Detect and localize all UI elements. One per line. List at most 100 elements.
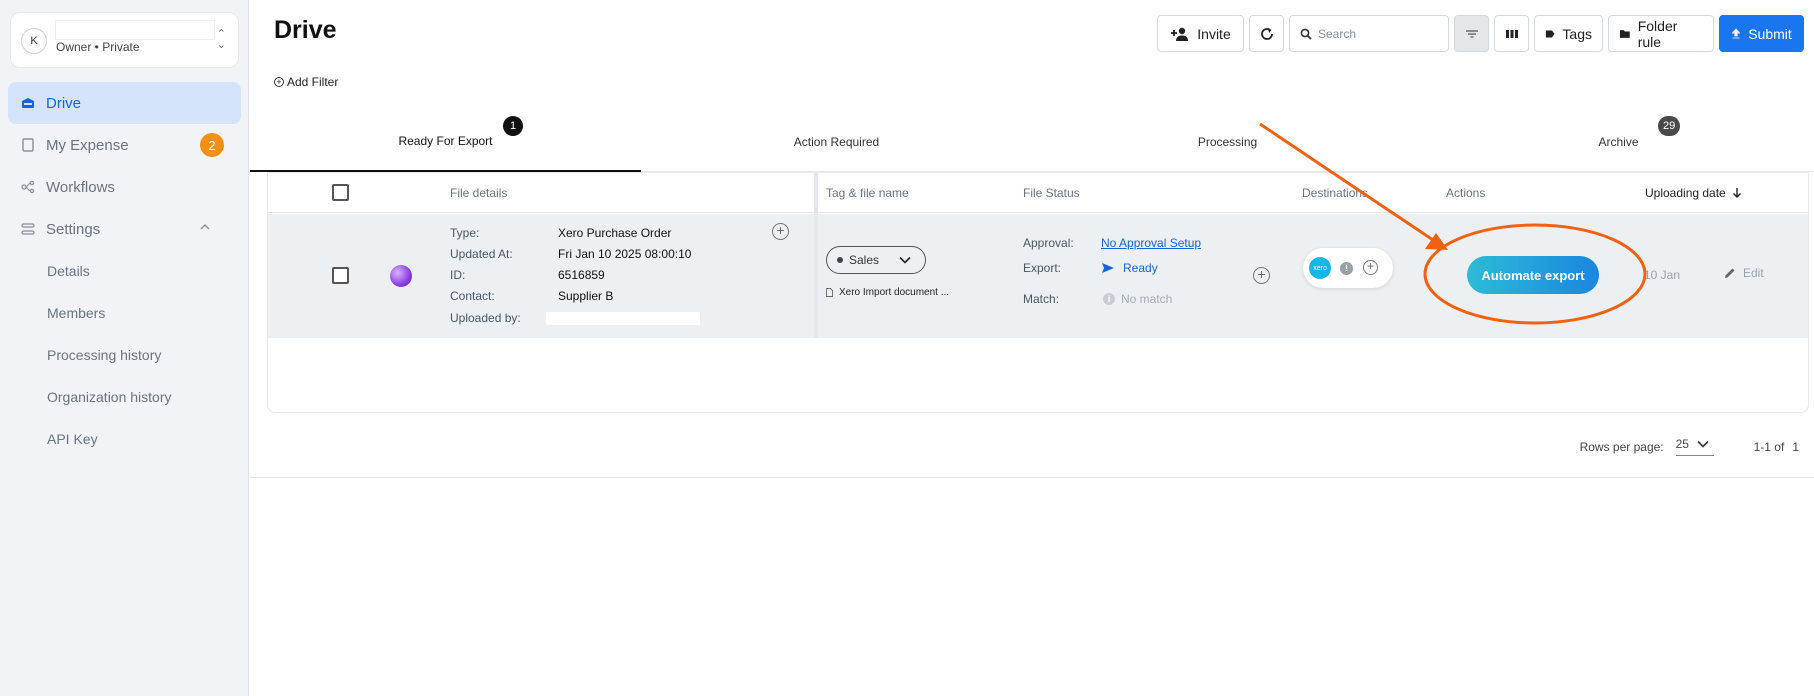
detail-value-type: Xero Purchase Order	[558, 226, 672, 240]
org-role: Owner • Private	[56, 40, 140, 54]
detail-key-updated: Updated At:	[450, 247, 513, 261]
settings-item-members[interactable]: Members	[0, 292, 249, 334]
settings-item-api-key[interactable]: API Key	[0, 418, 249, 460]
chevron-down-icon	[1697, 440, 1709, 448]
sidebar-item-label: Drive	[46, 94, 82, 112]
column-header-uploading-date[interactable]: Uploading date	[1645, 186, 1742, 200]
tab-processing[interactable]: Processing	[1032, 112, 1423, 172]
label-icon	[1545, 30, 1555, 37]
detail-key-uploaded-by: Uploaded by:	[450, 311, 521, 325]
refresh-button[interactable]	[1249, 15, 1284, 52]
org-switcher[interactable]: K Owner • Private ⌃ ⌄	[10, 12, 239, 68]
sidebar-item-label: Workflows	[46, 178, 115, 196]
destinations-pill[interactable]: xero ! +	[1303, 248, 1393, 288]
refresh-icon	[1260, 27, 1273, 40]
detail-key-type: Type:	[450, 226, 480, 240]
status-key-export: Export:	[1023, 261, 1062, 275]
column-header-label: Uploading date	[1645, 186, 1726, 200]
tab-count-badge: 29	[1658, 116, 1681, 136]
drive-icon	[22, 98, 34, 108]
columns-button[interactable]	[1494, 15, 1529, 52]
tag-dot-icon	[837, 257, 843, 263]
main-content: Drive + Add Filter Invite Search Tags Fo…	[250, 0, 1814, 696]
table-header: File details Tag & file name File Status…	[268, 173, 1808, 213]
xero-logo-icon: xero	[1309, 257, 1331, 279]
column-header-tag-file-name: Tag & file name	[826, 186, 909, 200]
app-root: K Owner • Private ⌃ ⌄ Drive My Expense 2 …	[0, 0, 1814, 696]
export-status: Ready	[1101, 261, 1158, 275]
add-filter-label: Add Filter	[287, 75, 339, 89]
submit-label: Submit	[1748, 25, 1792, 42]
tab-label: Action Required	[793, 135, 880, 149]
file-name-link[interactable]: Xero Import document ...	[826, 287, 949, 298]
settings-item-processing-history[interactable]: Processing history	[0, 334, 249, 376]
tab-bar: Ready For Export 1 Action Required Proce…	[250, 112, 1814, 172]
view-column-icon	[1505, 29, 1518, 38]
workflow-icon	[21, 180, 35, 194]
detail-value-updated: Fri Jan 10 2025 08:00:10	[558, 247, 692, 261]
add-status-button[interactable]: +	[1253, 267, 1270, 284]
settings-item-details[interactable]: Details	[0, 250, 249, 292]
tag-select[interactable]: Sales	[826, 246, 926, 274]
edit-button[interactable]: Edit	[1723, 266, 1764, 280]
uploader-avatar	[390, 265, 412, 287]
tab-ready-for-export[interactable]: Ready For Export 1	[250, 112, 641, 172]
org-avatar: K	[21, 28, 47, 54]
invite-button[interactable]: Invite	[1157, 15, 1244, 52]
add-destination-button[interactable]: +	[1363, 260, 1378, 275]
receipt-icon	[22, 138, 34, 152]
submit-button[interactable]: Submit	[1719, 15, 1804, 52]
folder-rule-label: Folder rule	[1637, 17, 1678, 50]
chevron-down-icon	[899, 256, 911, 264]
sidebar-item-drive[interactable]: Drive	[8, 82, 241, 124]
row-checkbox[interactable]	[332, 267, 349, 284]
column-header-file-status: File Status	[1023, 186, 1080, 200]
alert-icon: !	[1340, 262, 1353, 275]
filter-button[interactable]	[1454, 15, 1489, 52]
folder-rule-button[interactable]: Folder rule	[1608, 15, 1714, 52]
column-header-actions: Actions	[1446, 186, 1486, 200]
add-filter-button[interactable]: + Add Filter	[274, 75, 338, 89]
search-field[interactable]	[1289, 15, 1449, 52]
rows-per-page-value: 25	[1675, 437, 1689, 451]
unfold-icon: ⌃ ⌄	[216, 28, 226, 51]
sidebar-item-settings[interactable]: Settings	[8, 208, 241, 250]
settings-item-organization-history[interactable]: Organization history	[0, 376, 249, 418]
settings-icon	[21, 223, 35, 235]
table-row[interactable]: Type: Xero Purchase Order Updated At: Fr…	[268, 173, 1808, 338]
filter-list-icon	[1465, 29, 1478, 38]
file-name-text: Xero Import document ...	[839, 287, 950, 298]
column-divider	[814, 173, 818, 338]
status-key-match: Match:	[1023, 292, 1060, 306]
edit-label: Edit	[1743, 266, 1764, 280]
org-name-redacted	[55, 20, 215, 40]
automate-export-button[interactable]: Automate export	[1467, 256, 1599, 294]
sidebar-item-my-expense[interactable]: My Expense 2	[8, 124, 241, 166]
select-all-checkbox[interactable]	[332, 184, 349, 201]
rows-per-page-select[interactable]: 25	[1675, 437, 1714, 456]
column-header-file-details: File details	[450, 186, 508, 200]
sidebar-item-workflows[interactable]: Workflows	[8, 166, 241, 208]
tab-archive[interactable]: Archive 29	[1423, 112, 1814, 172]
upload-icon	[1731, 27, 1741, 38]
search-input[interactable]	[1318, 26, 1436, 41]
invite-label: Invite	[1197, 25, 1231, 42]
expense-count-badge: 2	[200, 133, 224, 157]
folder-icon	[1619, 29, 1630, 38]
approval-setup-link[interactable]: No Approval Setup	[1101, 236, 1201, 250]
match-status: i No match	[1103, 292, 1172, 306]
tags-label: Tags	[1562, 25, 1592, 42]
person-add-icon	[1171, 27, 1189, 41]
sidebar-item-label: Settings	[46, 220, 101, 238]
tab-count-badge: 1	[503, 116, 523, 136]
pencil-icon	[1725, 268, 1735, 278]
export-status-text: Ready	[1123, 261, 1158, 275]
tags-button[interactable]: Tags	[1534, 15, 1603, 52]
uploaded-by-redacted	[546, 312, 700, 325]
add-detail-button[interactable]: +	[772, 223, 789, 240]
upload-date: 10 Jan	[1644, 268, 1681, 282]
document-icon	[826, 288, 833, 297]
toolbar: Invite Tags Folder rule	[1157, 15, 1804, 52]
detail-key-id: ID:	[450, 268, 466, 282]
tab-action-required[interactable]: Action Required	[641, 112, 1032, 172]
